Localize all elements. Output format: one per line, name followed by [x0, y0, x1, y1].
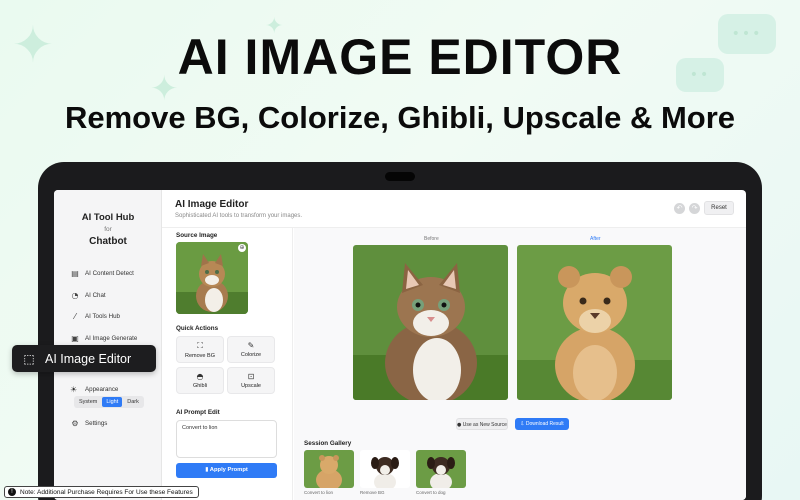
sparkle-icon: ▮	[205, 467, 209, 473]
sun-icon: ☀	[70, 385, 78, 394]
download-icon: ⇩	[520, 421, 525, 427]
download-label: Download Result	[525, 421, 564, 427]
undo-icon[interactable]: ↶	[674, 203, 685, 214]
apply-label: Apply Prompt	[209, 467, 248, 473]
page-title: AI Image Editor	[175, 199, 249, 210]
after-label: After	[590, 236, 601, 242]
download-result-button[interactable]: ⇩ Download Result	[515, 418, 569, 430]
sidebar-item-label: AI Image Editor	[45, 351, 132, 366]
document-scan-icon: ▤	[71, 268, 79, 278]
source-image-label: Source Image	[176, 232, 218, 239]
gallery-item[interactable]	[360, 450, 410, 488]
sidebar-item-label: AI Image Generate	[85, 334, 138, 342]
upscale-icon: ⊡	[247, 372, 255, 381]
headline: AI IMAGE EDITOR	[177, 29, 623, 85]
brand: AI Tool Hub for Chatbot	[54, 212, 162, 247]
sidebar-item-tools-hub[interactable]: ⁄ AI Tools Hub	[70, 310, 160, 322]
ghibli-button[interactable]: ◓ Ghibli	[176, 367, 224, 394]
sidebar-item-label: AI Chat	[85, 291, 106, 299]
scan-icon: ⛶	[197, 341, 203, 350]
gear-icon: ⚙	[71, 418, 79, 428]
appearance-light[interactable]: Light	[102, 397, 123, 407]
colorize-button[interactable]: ✎ Colorize	[227, 336, 275, 363]
page-header: AI Image Editor Sophisticated AI tools t…	[162, 190, 746, 228]
appearance-dark[interactable]: Dark	[123, 397, 143, 407]
brush-icon: ✎	[247, 341, 255, 350]
prompt-input[interactable]: Convert to lion	[176, 420, 277, 458]
swap-icon: ●	[457, 422, 462, 428]
action-label: Ghibli	[192, 383, 208, 389]
gallery-caption: Convert to dog	[416, 490, 446, 495]
chat-icon: ◔	[71, 290, 79, 300]
action-label: Remove BG	[185, 353, 215, 359]
use-as-source-label: Use as New Source	[462, 422, 507, 428]
sidebar-item-label: AI Content Detect	[85, 269, 134, 277]
action-label: Upscale	[241, 383, 261, 389]
sidebar-item-chat[interactable]: ◔ AI Chat	[70, 289, 160, 301]
remove-bg-button[interactable]: ⛶ Remove BG	[176, 336, 224, 363]
magic-wand-icon: ⁄	[74, 311, 76, 321]
after-image	[517, 245, 672, 400]
preview-area: Before After ● Use as New Source ⇩ Downl…	[294, 228, 746, 500]
gallery-item[interactable]	[416, 450, 466, 488]
note-text: Note: Additional Purchase Requires For U…	[20, 488, 193, 496]
image-edit-icon: ⬚	[23, 351, 35, 366]
brand-for: for	[104, 226, 112, 233]
palette-icon: ◓	[196, 372, 204, 381]
action-label: Colorize	[240, 352, 262, 358]
sidebar-item-image-editor[interactable]: ⬚ AI Image Editor	[12, 345, 156, 372]
appearance-toggle: System Light Dark	[74, 396, 144, 408]
sidebar-item-content-detect[interactable]: ▤ AI Content Detect	[70, 267, 160, 279]
upscale-button[interactable]: ⊡ Upscale	[227, 367, 275, 394]
before-image	[353, 245, 508, 400]
before-label: Before	[424, 236, 439, 242]
controls-panel: Source Image ⊕ Quick Actions ⛶ Remove BG…	[162, 228, 293, 500]
brand-subtitle: Chatbot	[89, 236, 127, 247]
sidebar-item-image-generate[interactable]: ▣ AI Image Generate	[70, 332, 160, 344]
purchase-note: ! Note: Additional Purchase Requires For…	[4, 486, 199, 498]
subheadline: Remove BG, Colorize, Ghibli, Upscale & M…	[64, 100, 736, 135]
reset-button[interactable]: Reset	[704, 201, 734, 215]
source-image[interactable]	[176, 242, 248, 314]
change-image-icon[interactable]: ⊕	[238, 244, 246, 252]
appearance-text: Appearance	[85, 386, 119, 393]
gallery-caption: Convert to lion	[304, 490, 334, 495]
sidebar-item-settings[interactable]: ⚙ Settings	[70, 417, 160, 429]
appearance-system[interactable]: System	[75, 397, 101, 407]
page-subtitle: Sophisticated AI tools to transform your…	[175, 213, 303, 219]
info-icon: !	[8, 488, 16, 496]
redo-icon[interactable]: ↷	[689, 203, 700, 214]
apply-prompt-button[interactable]: ▮ Apply Prompt	[176, 463, 277, 478]
camera-notch	[385, 172, 415, 181]
app-window: AI Tool Hub for Chatbot ▤ AI Content Det…	[54, 190, 746, 500]
gallery-caption: Remove BG	[360, 490, 385, 495]
gallery-title: Session Gallery	[304, 440, 352, 447]
image-icon: ▣	[71, 333, 79, 343]
sidebar-item-label: Settings	[85, 419, 108, 427]
quick-actions-label: Quick Actions	[176, 325, 219, 332]
brand-title: AI Tool Hub	[81, 212, 135, 223]
sidebar-item-label: AI Tools Hub	[85, 312, 120, 320]
appearance-label: ☀ Appearance	[70, 385, 118, 394]
use-as-source-button[interactable]: ● Use as New Source	[456, 418, 508, 430]
gallery-item[interactable]	[304, 450, 354, 488]
prompt-label: AI Prompt Edit	[176, 409, 220, 416]
